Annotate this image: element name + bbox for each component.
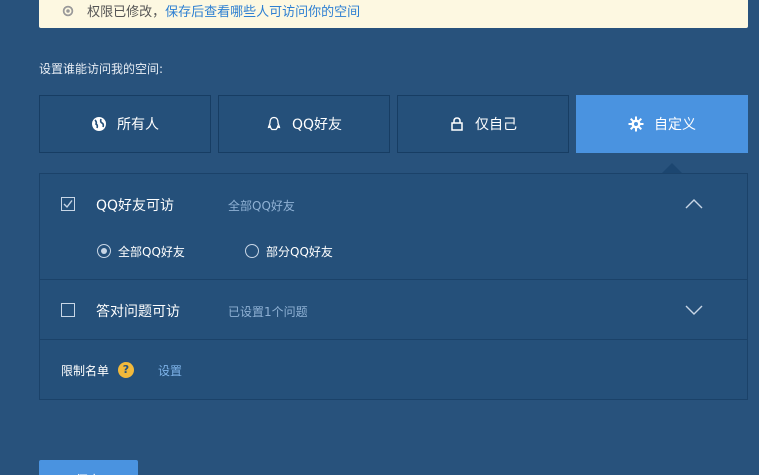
globe-icon (92, 117, 106, 131)
gear-icon (628, 116, 644, 132)
limit-list-label: 限制名单 (61, 364, 110, 378)
custom-settings-panel: QQ好友可访 全部QQ好友 全部QQ好友 部分QQ好友 答对问题可访 已设置1个… (39, 173, 748, 400)
radio-all-friends[interactable] (97, 244, 111, 258)
option-qq-friends-label: QQ好友 (291, 117, 343, 133)
chevron-down-icon[interactable] (685, 304, 703, 316)
qq-friends-checkbox[interactable] (61, 197, 75, 211)
option-only-me-label: 仅自己 (475, 117, 517, 133)
limit-settings-link[interactable]: 设置 (158, 362, 182, 379)
option-custom-label: 自定义 (654, 117, 696, 133)
access-section-label: 设置谁能访问我的空间: (39, 62, 164, 76)
qq-friends-row: QQ好友可访 全部QQ好友 全部QQ好友 部分QQ好友 (40, 174, 747, 280)
notice-bar: 权限已修改，保存后查看哪些人可访问你的空间 (39, 0, 748, 28)
radio-partial-friends-label[interactable]: 部分QQ好友 (266, 243, 333, 260)
qq-penguin-icon (267, 116, 281, 131)
option-everyone-label: 所有人 (117, 117, 159, 133)
question-row: 答对问题可访 已设置1个问题 (40, 280, 747, 340)
question-desc: 已设置1个问题 (228, 305, 308, 319)
notice-link[interactable]: 保存后查看哪些人可访问你的空间 (165, 5, 360, 20)
question-title: 答对问题可访 (96, 304, 180, 320)
qq-friends-title: QQ好友可访 (96, 198, 175, 214)
question-checkbox[interactable] (61, 303, 75, 317)
lock-icon (451, 117, 463, 131)
limit-row: 限制名单 ? 设置 (40, 340, 747, 400)
radio-all-friends-label[interactable]: 全部QQ好友 (118, 243, 185, 260)
gear-icon (62, 5, 74, 17)
notice-text: 权限已修改， (87, 5, 166, 20)
option-everyone[interactable]: 所有人 (39, 95, 211, 153)
access-options: 所有人 QQ好友 仅自己 自定义 (39, 95, 748, 173)
option-custom[interactable]: 自定义 (576, 95, 748, 173)
radio-selected-dot (101, 248, 107, 254)
checkmark-icon (63, 200, 73, 209)
save-button[interactable]: 保存 (39, 460, 138, 475)
qq-friends-desc: 全部QQ好友 (228, 199, 295, 213)
radio-partial-friends[interactable] (245, 244, 259, 258)
option-only-me[interactable]: 仅自己 (397, 95, 569, 153)
help-icon[interactable]: ? (118, 362, 134, 378)
chevron-up-icon[interactable] (685, 198, 703, 210)
option-qq-friends[interactable]: QQ好友 (218, 95, 390, 153)
